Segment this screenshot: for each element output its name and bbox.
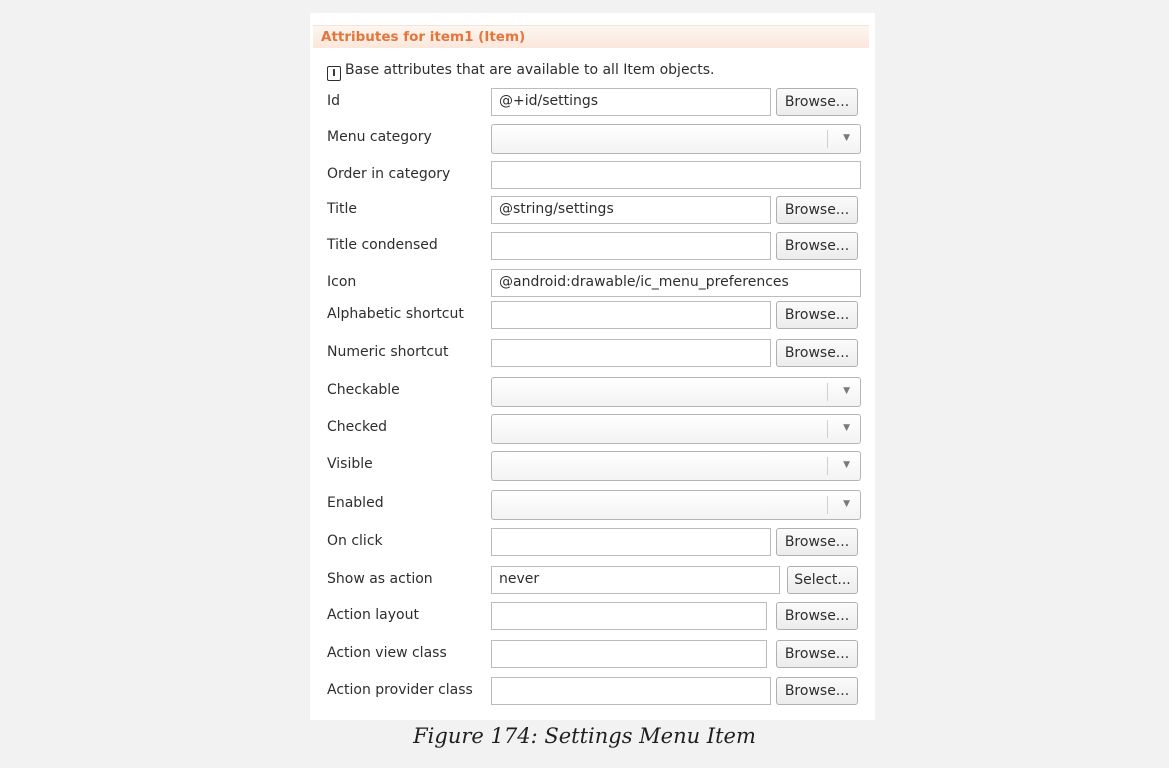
attribute-label: Show as action	[327, 571, 433, 587]
attribute-label: Id	[327, 93, 341, 109]
attribute-row-show-as-action: Show as action never Select...	[310, 566, 875, 596]
attribute-label: Checked	[327, 419, 388, 435]
attribute-row-numeric-shortcut: Numeric shortcut Browse...	[310, 339, 875, 369]
menu-category-combo[interactable]: ▼	[491, 124, 861, 154]
attribute-row-checkable: Checkable ▼	[310, 377, 875, 407]
checkable-combo[interactable]: ▼	[491, 377, 861, 407]
attribute-row-title: Title @string/settings Browse...	[310, 196, 875, 226]
combo-separator	[827, 496, 828, 514]
attribute-label: Numeric shortcut	[327, 344, 449, 360]
icon-field[interactable]: @android:drawable/ic_menu_preferences	[491, 269, 861, 297]
checked-combo[interactable]: ▼	[491, 414, 861, 444]
attributes-panel: Attributes for item1 (Item) I Base attrib…	[310, 13, 875, 720]
chevron-down-icon[interactable]: ▼	[843, 499, 850, 509]
attribute-label: Action layout	[327, 607, 419, 623]
section-title: Attributes for item1 (Item)	[321, 29, 526, 45]
chevron-down-icon[interactable]: ▼	[843, 423, 850, 433]
attribute-label: On click	[327, 533, 383, 549]
combo-separator	[827, 130, 828, 148]
alphabetic-shortcut-field[interactable]	[491, 301, 771, 329]
attribute-row-order-in-category: Order in category	[310, 161, 875, 191]
attribute-row-title-condensed: Title condensed Browse...	[310, 232, 875, 262]
order-in-category-field[interactable]	[491, 161, 861, 189]
attribute-row-action-layout: Action layout Browse...	[310, 602, 875, 632]
chevron-down-icon[interactable]: ▼	[843, 460, 850, 470]
combo-separator	[827, 383, 828, 401]
figure-caption: Figure 174: Settings Menu Item	[413, 724, 756, 748]
attribute-label: Alphabetic shortcut	[327, 306, 464, 322]
id-field[interactable]: @+id/settings	[491, 88, 771, 116]
numeric-shortcut-field[interactable]	[491, 339, 771, 367]
show-as-action-select-button[interactable]: Select...	[787, 566, 858, 594]
attribute-row-visible: Visible ▼	[310, 451, 875, 481]
alphabetic-shortcut-browse-button[interactable]: Browse...	[776, 301, 858, 329]
title-browse-button[interactable]: Browse...	[776, 196, 858, 224]
info-text: Base attributes that are available to al…	[345, 62, 715, 78]
action-view-class-field[interactable]	[491, 640, 767, 668]
id-browse-button[interactable]: Browse...	[776, 88, 858, 116]
attribute-row-action-provider-class: Action provider class Browse...	[310, 677, 875, 707]
attribute-row-action-view-class: Action view class Browse...	[310, 640, 875, 670]
title-condensed-browse-button[interactable]: Browse...	[776, 232, 858, 260]
title-condensed-field[interactable]	[491, 232, 771, 260]
action-layout-field[interactable]	[491, 602, 767, 630]
attribute-label: Visible	[327, 456, 373, 472]
attribute-label: Action view class	[327, 645, 447, 661]
chevron-down-icon[interactable]: ▼	[843, 386, 850, 396]
combo-separator	[827, 420, 828, 438]
attribute-label: Order in category	[327, 166, 451, 182]
title-field[interactable]: @string/settings	[491, 196, 771, 224]
attribute-label: Enabled	[327, 495, 384, 511]
attribute-row-checked: Checked ▼	[310, 414, 875, 444]
action-provider-class-field[interactable]	[491, 677, 771, 705]
attribute-row-menu-category: Menu category ▼	[310, 124, 875, 154]
on-click-browse-button[interactable]: Browse...	[776, 528, 858, 556]
attribute-label: Title	[327, 201, 358, 217]
chevron-down-icon[interactable]: ▼	[843, 133, 850, 143]
enabled-combo[interactable]: ▼	[491, 490, 861, 520]
attribute-row-alphabetic-shortcut: Alphabetic shortcut Browse...	[310, 301, 875, 331]
attribute-row-icon: Icon @android:drawable/ic_menu_preference…	[310, 269, 875, 299]
info-icon: I	[327, 66, 341, 81]
attribute-row-on-click: On click Browse...	[310, 528, 875, 558]
attribute-label: Title condensed	[327, 237, 438, 253]
attribute-row-id: Id @+id/settings Browse...	[310, 88, 875, 118]
info-line: I Base attributes that are available to a…	[327, 62, 715, 81]
attribute-label: Icon	[327, 274, 357, 290]
action-view-class-browse-button[interactable]: Browse...	[776, 640, 858, 668]
action-provider-class-browse-button[interactable]: Browse...	[776, 677, 858, 705]
attribute-label: Checkable	[327, 382, 400, 398]
action-layout-browse-button[interactable]: Browse...	[776, 602, 858, 630]
attribute-label: Menu category	[327, 129, 432, 145]
attribute-row-enabled: Enabled ▼	[310, 490, 875, 520]
show-as-action-field[interactable]: never	[491, 566, 780, 594]
section-header[interactable]: Attributes for item1 (Item)	[313, 25, 869, 48]
combo-separator	[827, 457, 828, 475]
visible-combo[interactable]: ▼	[491, 451, 861, 481]
numeric-shortcut-browse-button[interactable]: Browse...	[776, 339, 858, 367]
attribute-label: Action provider class	[327, 682, 473, 698]
on-click-field[interactable]	[491, 528, 771, 556]
